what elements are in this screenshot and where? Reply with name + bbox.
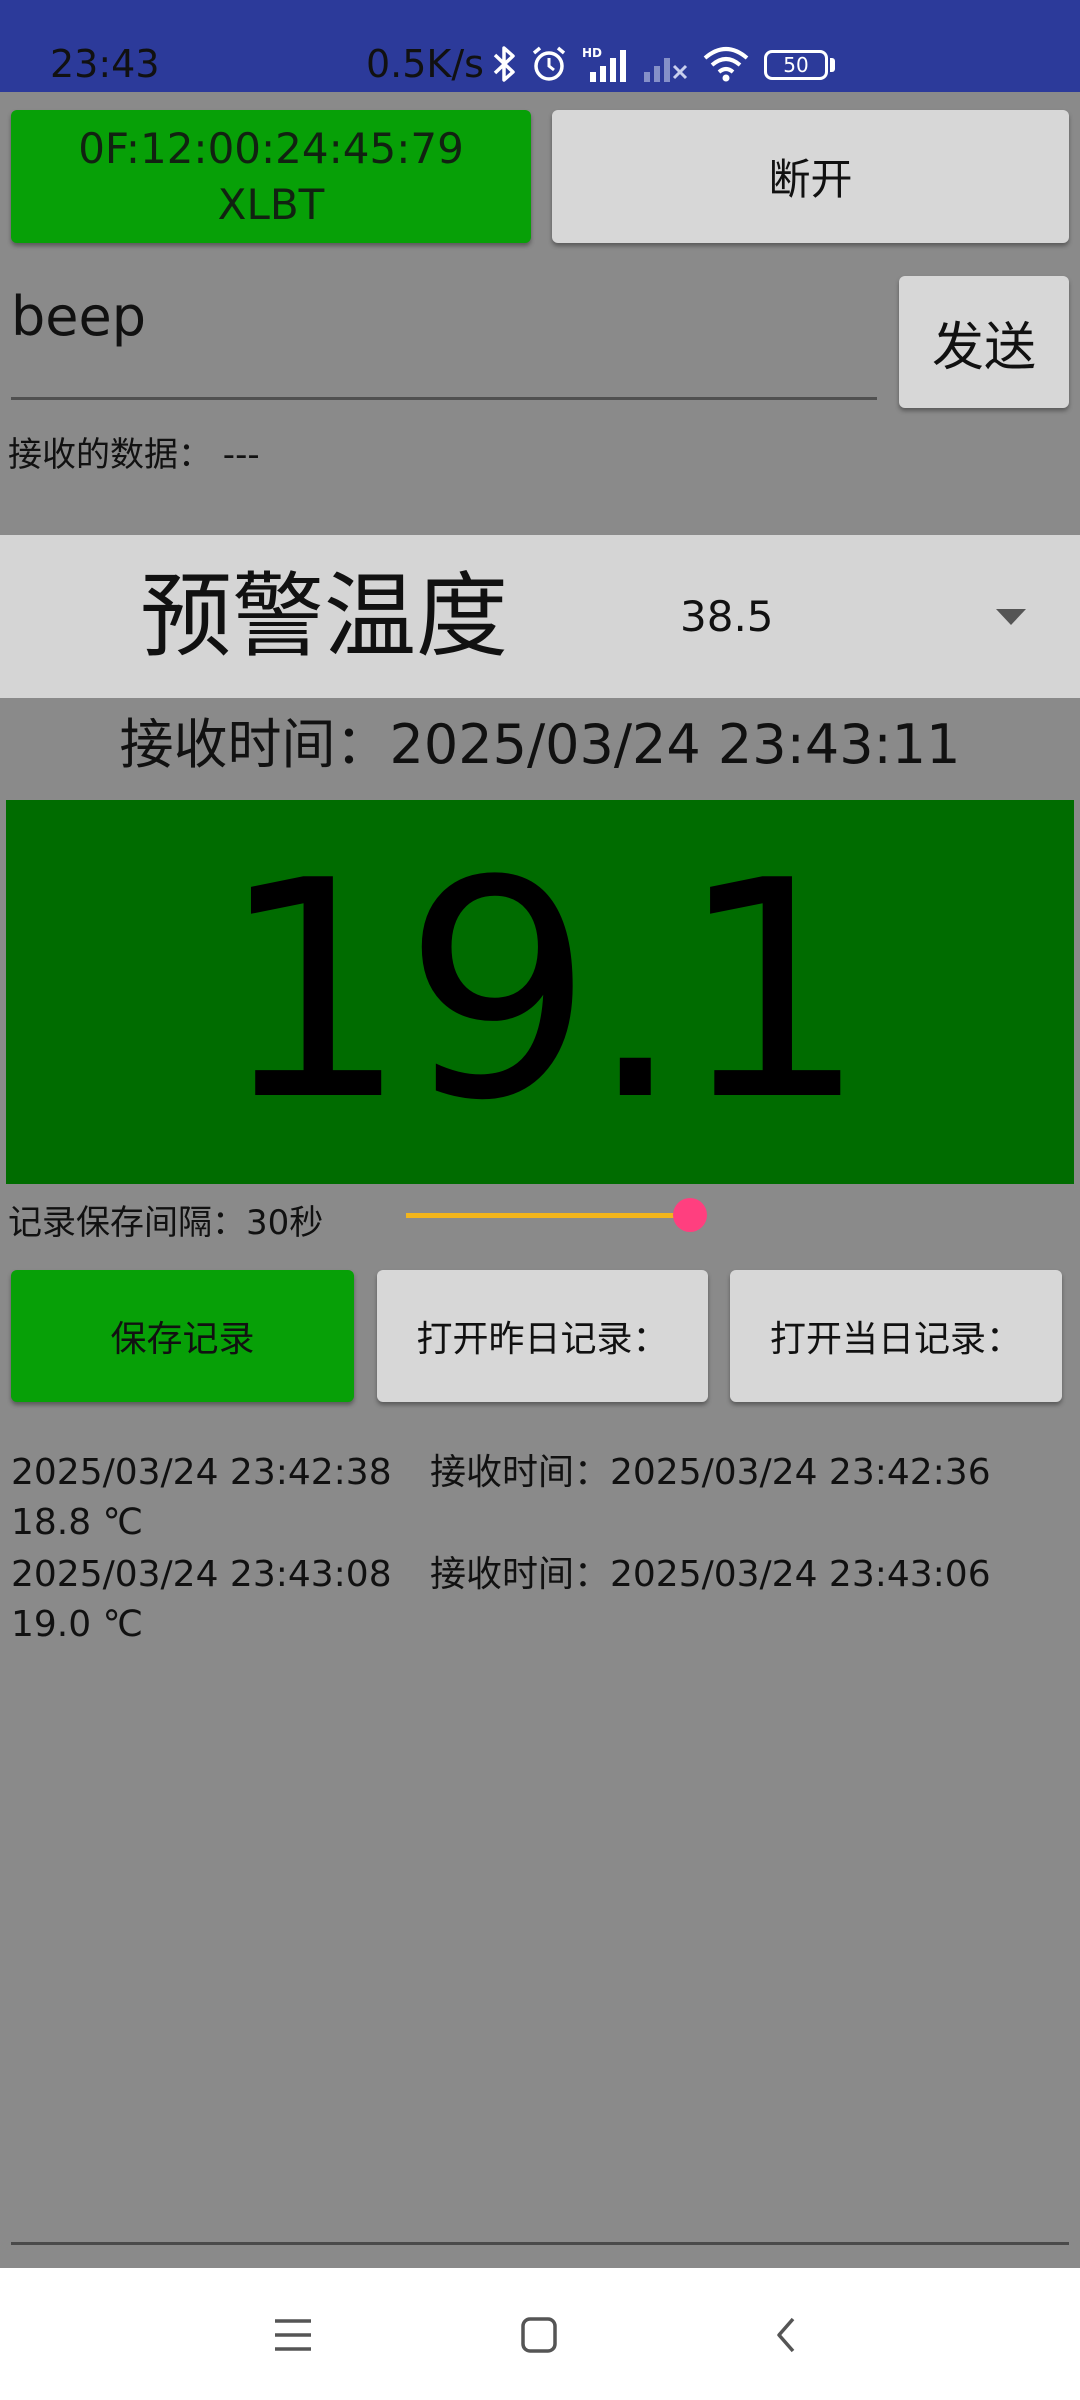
device-button[interactable]: 0F:12:00:24:45:79 XLBT (11, 110, 531, 243)
divider (11, 2242, 1069, 2245)
received-data-label: 接收的数据： --- (8, 435, 260, 475)
open-yesterday-records-button[interactable]: 打开昨日记录： (377, 1270, 708, 1402)
hd-signal-icon: HD (580, 42, 632, 86)
alarm-icon (528, 42, 570, 86)
status-time: 23:43 (50, 42, 160, 86)
device-mac: 0F:12:00:24:45:79 (78, 123, 464, 173)
open-today-records-button[interactable]: 打开当日记录： (730, 1270, 1062, 1402)
record-temperature: 18.8 ℃ (11, 1502, 144, 1543)
save-record-button[interactable]: 保存记录 (11, 1270, 354, 1402)
command-input[interactable] (11, 280, 877, 400)
home-icon[interactable] (509, 2305, 569, 2365)
bluetooth-icon (490, 42, 520, 86)
save-interval-slider-track[interactable] (406, 1213, 690, 1218)
battery-icon: 50 (764, 50, 828, 80)
back-icon[interactable] (756, 2305, 816, 2365)
device-name: XLBT (217, 179, 325, 229)
send-button[interactable]: 发送 (899, 276, 1069, 408)
receive-time: 接收时间：2025/03/24 23:43:11 (119, 713, 961, 776)
record-saved-time: 2025/03/24 23:42:38 (11, 1452, 392, 1493)
battery-tip (830, 58, 835, 72)
record-temperature: 19.0 ℃ (11, 1604, 144, 1645)
record-saved-time: 2025/03/24 23:43:08 (11, 1554, 392, 1595)
svg-text:HD: HD (582, 46, 602, 60)
network-speed: 0.5K/s (366, 42, 484, 86)
no-signal-icon (640, 42, 692, 86)
save-interval-slider-thumb[interactable] (673, 1198, 707, 1232)
menu-icon[interactable] (263, 2305, 323, 2365)
warning-temperature-value[interactable]: 38.5 (680, 535, 774, 698)
save-interval-label: 记录保存间隔：30秒 (8, 1203, 324, 1243)
disconnect-button[interactable]: 断开 (552, 110, 1069, 243)
warning-temperature-label: 预警温度 (140, 563, 509, 670)
record-received-time: 接收时间：2025/03/24 23:42:36 (430, 1452, 991, 1493)
dropdown-arrow-icon[interactable] (996, 609, 1026, 625)
wifi-icon (700, 42, 752, 86)
temperature-value: 19.1 (218, 817, 868, 1166)
record-received-time: 接收时间：2025/03/24 23:43:06 (430, 1554, 991, 1595)
